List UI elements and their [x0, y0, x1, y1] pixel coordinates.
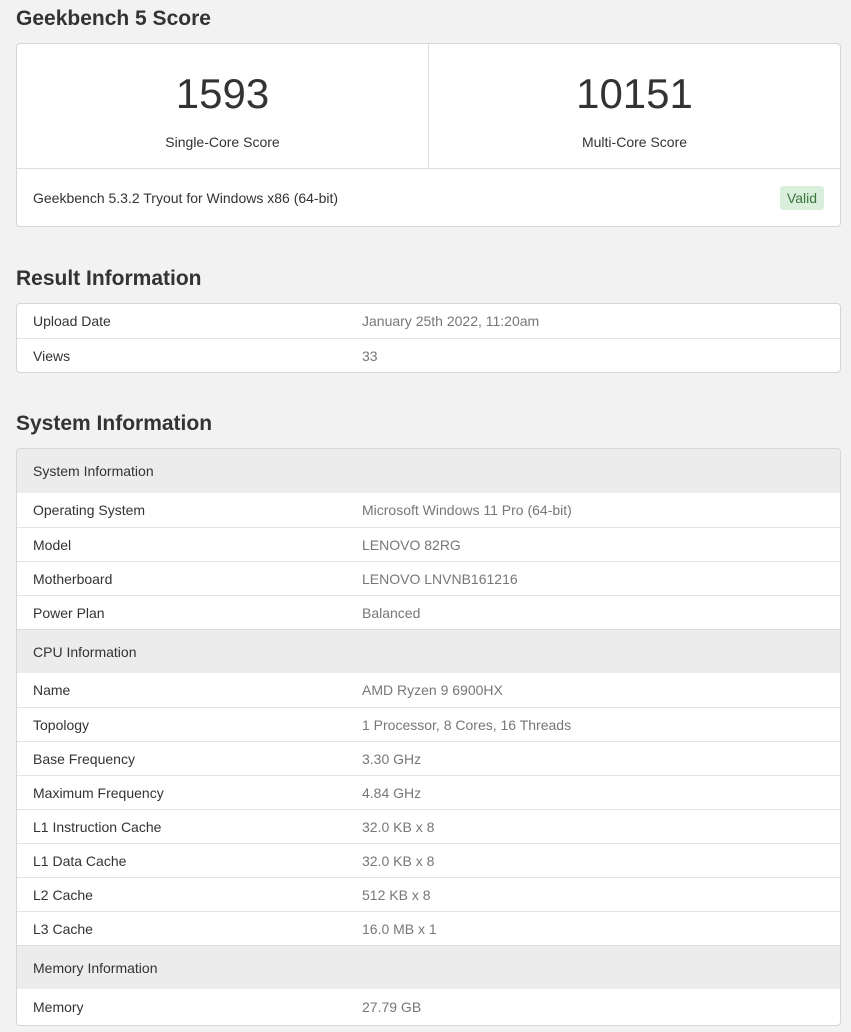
- table-row: Upload Date January 25th 2022, 11:20am: [17, 304, 840, 338]
- multi-core-score-value: 10151: [576, 70, 693, 117]
- single-core-score-value: 1593: [175, 70, 270, 117]
- row-key: Memory: [33, 999, 84, 1015]
- row-value: 1 Processor, 8 Cores, 16 Threads: [362, 716, 572, 733]
- row-key: Model: [33, 536, 72, 553]
- row-value: 4.84 GHz: [362, 784, 422, 801]
- row-value: AMD Ryzen 9 6900HX: [362, 682, 503, 698]
- table-row: L3 Cache 16.0 MB x 1: [17, 911, 840, 945]
- score-section-title: Geekbench 5 Score: [16, 7, 211, 30]
- table-row: Topology 1 Processor, 8 Cores, 16 Thread…: [17, 707, 840, 741]
- score-row: 1593 Single-Core Score 10151 Multi-Core …: [17, 44, 840, 169]
- row-key: Operating System: [33, 502, 146, 518]
- single-core-score-label: Single-Core Score: [165, 134, 280, 150]
- row-value: LENOVO LNVNB161216: [362, 570, 518, 587]
- row-key: Motherboard: [33, 570, 113, 587]
- row-value: 32.0 KB x 8: [362, 852, 435, 869]
- row-key: Views: [33, 347, 71, 364]
- table-section-header: CPU Information: [17, 629, 840, 673]
- row-key: Power Plan: [33, 604, 105, 621]
- row-value: January 25th 2022, 11:20am: [362, 313, 540, 329]
- multi-core-score-cell: 10151 Multi-Core Score: [428, 44, 840, 168]
- benchmark-version: Geekbench 5.3.2 Tryout for Windows x86 (…: [33, 189, 339, 206]
- row-key: L1 Data Cache: [33, 852, 127, 869]
- table-row: Memory 27.79 GB: [17, 989, 840, 1025]
- row-value: LENOVO 82RG: [362, 536, 461, 553]
- row-key: L2 Cache: [33, 886, 93, 903]
- row-key: Name: [33, 682, 71, 698]
- result-section-title: Result Information: [16, 267, 202, 290]
- row-key: L3 Cache: [33, 920, 93, 937]
- row-key: L1 Instruction Cache: [33, 818, 162, 835]
- table-row: Views 33: [17, 338, 840, 372]
- table-row: Name AMD Ryzen 9 6900HX: [17, 673, 840, 707]
- system-section-title: System Information: [16, 412, 213, 435]
- single-core-score-cell: 1593 Single-Core Score: [17, 44, 428, 168]
- row-key: Upload Date: [33, 313, 111, 329]
- table-row: Maximum Frequency 4.84 GHz: [17, 775, 840, 809]
- row-value: 16.0 MB x 1: [362, 920, 437, 937]
- table-row: Power Plan Balanced: [17, 595, 840, 629]
- row-value: Balanced: [362, 604, 421, 621]
- table-row: Model LENOVO 82RG: [17, 527, 840, 561]
- row-key: Base Frequency: [33, 750, 135, 767]
- row-key: Topology: [33, 716, 90, 733]
- table-row: L1 Instruction Cache 32.0 KB x 8: [17, 809, 840, 843]
- score-panel: 1593 Single-Core Score 10151 Multi-Core …: [16, 43, 841, 227]
- row-value: Microsoft Windows 11 Pro (64-bit): [362, 502, 572, 518]
- table-row: Motherboard LENOVO LNVNB161216: [17, 561, 840, 595]
- table-row: L2 Cache 512 KB x 8: [17, 877, 840, 911]
- score-footer: Geekbench 5.3.2 Tryout for Windows x86 (…: [17, 169, 840, 226]
- table-row: L1 Data Cache 32.0 KB x 8: [17, 843, 840, 877]
- table-row: Base Frequency 3.30 GHz: [17, 741, 840, 775]
- row-value: 33: [362, 347, 378, 364]
- row-value: 3.30 GHz: [362, 750, 422, 767]
- row-key: Maximum Frequency: [33, 784, 164, 801]
- result-info-panel: Upload Date January 25th 2022, 11:20am V…: [16, 303, 841, 373]
- system-info-panel: System Information Operating System Micr…: [16, 448, 841, 1026]
- row-value: 27.79 GB: [362, 999, 422, 1015]
- multi-core-score-label: Multi-Core Score: [581, 134, 688, 150]
- table-section-header: Memory Information: [17, 945, 840, 989]
- row-value: 32.0 KB x 8: [362, 818, 435, 835]
- row-value: 512 KB x 8: [362, 886, 431, 903]
- valid-badge: Valid: [779, 185, 824, 210]
- table-row: Operating System Microsoft Windows 11 Pr…: [17, 493, 840, 527]
- table-section-header: System Information: [17, 449, 840, 493]
